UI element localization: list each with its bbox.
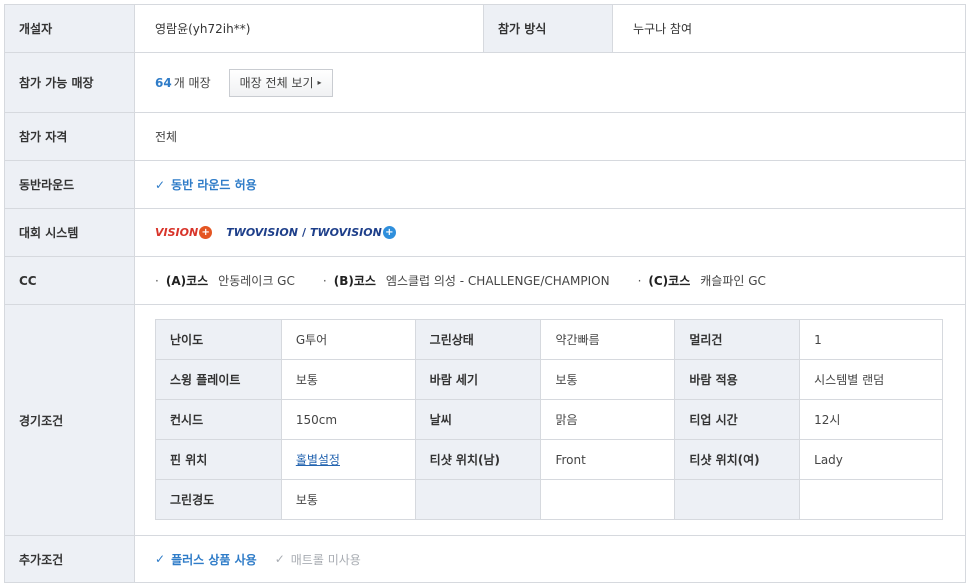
condition-value: 1 <box>799 319 943 360</box>
join-method-label: 참가 방식 <box>483 5 613 52</box>
mat-roll-option: ✓ 매트롤 미사용 <box>275 551 361 568</box>
founder-value: 영람윤(yh72ih**) <box>155 22 251 36</box>
cc-list: · (A)코스 안동레이크 GC · (B)코스 엠스클럽 의성 - CHALL… <box>135 257 965 304</box>
row-cc: CC · (A)코스 안동레이크 GC · (B)코스 엠스클럽 의성 - CH… <box>5 257 965 305</box>
condition-key <box>674 479 801 520</box>
cc-item: · (B)코스 엠스클럽 의성 - CHALLENGE/CHAMPION <box>323 272 610 289</box>
table-row: 스윙 플레이트 보통 바람 세기 보통 바람 적용 시스템별 랜덤 <box>155 359 943 400</box>
eligibility-value: 전체 <box>155 130 178 144</box>
bullet-icon: · <box>322 273 327 288</box>
cc-item: · (A)코스 안동레이크 GC <box>155 272 295 289</box>
bullet-icon: · <box>155 273 159 288</box>
system-logos: VISION + TWOVISION / TWOVISION + <box>135 209 965 256</box>
row-eligibility: 참가 자격 전체 <box>5 113 965 161</box>
companion-cell: ✓ 동반 라운드 허용 <box>135 161 965 208</box>
condition-key: 난이도 <box>155 319 282 360</box>
condition-value <box>799 479 943 520</box>
view-all-stores-label: 매장 전체 보기 <box>239 76 314 90</box>
join-method-value: 누구나 참여 <box>633 22 693 36</box>
condition-key: 티업 시간 <box>674 399 801 440</box>
condition-key: 티샷 위치(남) <box>414 439 542 480</box>
cc-course-code: (A)코스 <box>165 274 209 288</box>
companion-value: 동반 라운드 허용 <box>171 178 257 192</box>
row-companion: 동반라운드 ✓ 동반 라운드 허용 <box>5 161 965 209</box>
companion-check: ✓ 동반 라운드 허용 <box>155 176 257 193</box>
condition-key: 스윙 플레이트 <box>155 359 282 400</box>
view-all-stores-button[interactable]: 매장 전체 보기 ▸ <box>228 68 333 97</box>
condition-key <box>414 479 542 520</box>
cc-item: · (C)코스 캐슬파인 GC <box>638 272 766 289</box>
vision-logo-text: VISION <box>155 226 199 239</box>
twovision-plus-logo-text: TWOVISION <box>310 226 382 239</box>
condition-value: 시스템별 랜덤 <box>799 359 943 400</box>
condition-key: 바람 적용 <box>674 359 801 400</box>
extra-label: 추가조건 <box>5 536 135 582</box>
vision-plus-logo: VISION + <box>155 226 213 239</box>
extra-options: ✓ 플러스 상품 사용 ✓ 매트롤 미사용 <box>135 536 965 582</box>
mat-roll-label: 매트롤 미사용 <box>290 552 361 567</box>
plus-icon: + <box>199 226 213 239</box>
bullet-icon: · <box>637 273 642 288</box>
eligibility-label: 참가 자격 <box>5 113 135 160</box>
conditions-label: 경기조건 <box>5 305 135 535</box>
pin-position-link[interactable]: 홀별설정 <box>296 453 340 467</box>
table-row: 난이도 G투어 그린상태 약간빠름 멀리건 1 <box>155 319 943 360</box>
logo-separator: / <box>301 226 306 239</box>
cc-course-code: (B)코스 <box>333 274 376 288</box>
plus-icon: + <box>382 226 396 239</box>
caret-right-icon: ▸ <box>317 78 322 87</box>
cc-course-name: 안동레이크 GC <box>218 274 295 288</box>
condition-key: 티샷 위치(여) <box>674 439 801 480</box>
condition-value: 150cm <box>280 399 416 440</box>
plus-product-label: 플러스 상품 사용 <box>171 552 257 567</box>
table-row: 컨시드 150cm 날씨 맑음 티업 시간 12시 <box>155 399 943 440</box>
cc-course-name: 엠스클럽 의성 - CHALLENGE/CHAMPION <box>385 274 610 288</box>
table-row: 그린경도 보통 <box>155 479 943 520</box>
store-count-suffix: 개 매장 <box>173 76 211 90</box>
condition-value: Front <box>540 439 676 480</box>
plus-product-option: ✓ 플러스 상품 사용 <box>155 551 257 568</box>
cc-course-name: 캐슬파인 GC <box>700 274 766 288</box>
condition-key: 그린상태 <box>414 319 542 360</box>
check-icon: ✓ <box>155 552 166 566</box>
condition-value: 홀별설정 <box>280 439 416 480</box>
store-count: 64 <box>155 75 172 90</box>
system-label: 대회 시스템 <box>5 209 135 256</box>
cc-course-code: (C)코스 <box>648 274 691 288</box>
conditions-table: 난이도 G투어 그린상태 약간빠름 멀리건 1 스윙 플레이트 보통 바람 세기… <box>155 319 943 520</box>
twovision-logos: TWOVISION / TWOVISION + <box>226 226 396 239</box>
founder-label: 개설자 <box>5 5 135 52</box>
row-stores: 참가 가능 매장 64 개 매장 매장 전체 보기 ▸ <box>5 53 965 113</box>
row-system: 대회 시스템 VISION + TWOVISION / TWOVISION + <box>5 209 965 257</box>
condition-value: 보통 <box>280 479 416 520</box>
conditions-wrap: 난이도 G투어 그린상태 약간빠름 멀리건 1 스윙 플레이트 보통 바람 세기… <box>135 305 965 535</box>
condition-key: 핀 위치 <box>155 439 282 480</box>
row-extra: 추가조건 ✓ 플러스 상품 사용 ✓ 매트롤 미사용 <box>5 536 965 583</box>
condition-key: 멀리건 <box>674 319 801 360</box>
twovision-logo-text: TWOVISION <box>226 226 298 239</box>
check-icon: ✓ <box>155 177 166 192</box>
condition-value: 맑음 <box>540 399 676 440</box>
condition-value: 12시 <box>799 399 943 440</box>
condition-key: 바람 세기 <box>414 359 542 400</box>
row-founder: 개설자 영람윤(yh72ih**) 참가 방식 누구나 참여 <box>5 5 965 53</box>
check-icon: ✓ <box>274 552 285 566</box>
condition-key: 날씨 <box>414 399 542 440</box>
table-row: 핀 위치 홀별설정 티샷 위치(남) Front 티샷 위치(여) Lady <box>155 439 943 480</box>
condition-value: 보통 <box>540 359 676 400</box>
cc-label: CC <box>5 257 135 304</box>
row-conditions: 경기조건 난이도 G투어 그린상태 약간빠름 멀리건 1 스윙 플레이트 보통 … <box>5 305 965 536</box>
condition-value: 보통 <box>280 359 416 400</box>
condition-key: 그린경도 <box>155 479 282 520</box>
stores-label: 참가 가능 매장 <box>5 53 135 112</box>
condition-key: 컨시드 <box>155 399 282 440</box>
condition-value: 약간빠름 <box>540 319 676 360</box>
condition-value: Lady <box>799 439 943 480</box>
companion-label: 동반라운드 <box>5 161 135 208</box>
stores-value: 64 개 매장 매장 전체 보기 ▸ <box>135 53 965 112</box>
condition-value <box>540 479 676 520</box>
condition-value: G투어 <box>280 319 416 360</box>
tournament-info-table: 개설자 영람윤(yh72ih**) 참가 방식 누구나 참여 참가 가능 매장 … <box>4 4 966 583</box>
